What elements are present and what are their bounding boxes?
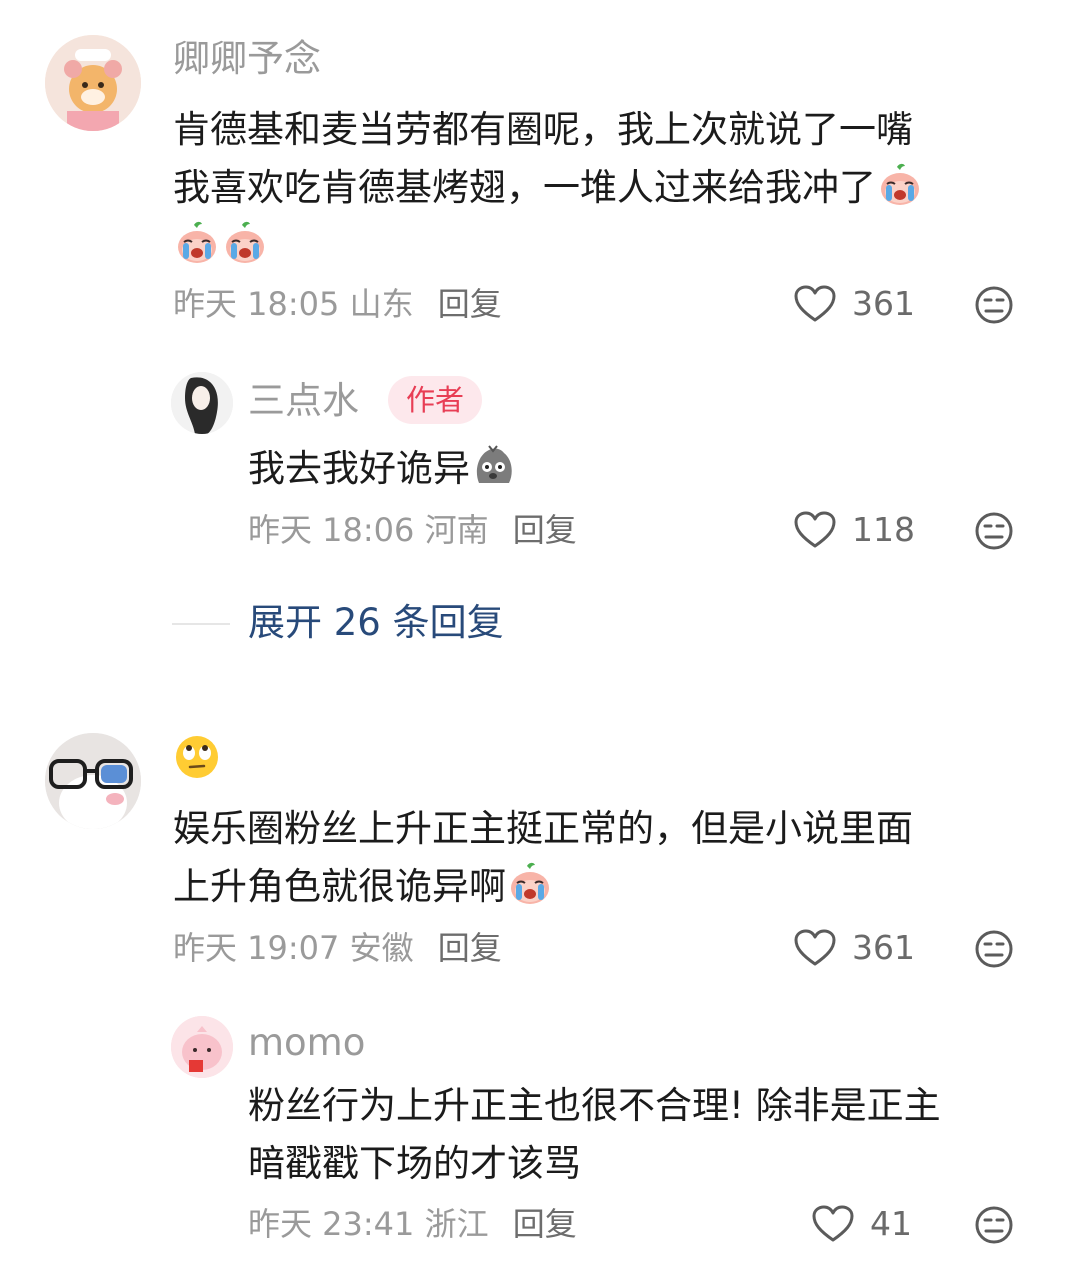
comment-text-line: 肯德基和麦当劳都有圈呢，我上次就说了一嘴 [173,108,913,151]
comment-text-line: 上升角色就很诡异啊 [173,858,1033,916]
comment-meta: 昨天 19:07 安徽 回复 [173,928,502,968]
reply-time-location: 昨天 18:06 河南 [248,511,489,549]
reply-button[interactable]: 回复 [438,285,502,323]
reply-button[interactable]: 回复 [513,1205,577,1243]
heart-outline-icon [812,1205,854,1243]
avatar-girl-sketch-image [171,372,233,434]
comment-time-location: 昨天 18:05 山东 [173,285,414,323]
crying-peach-emoji [877,162,923,208]
reply-time-location: 昨天 23:41 浙江 [248,1205,489,1243]
crying-peach-emoji [507,861,553,907]
reply-text: 我去我好诡异 [248,440,1028,498]
like-count: 361 [852,928,915,967]
heart-outline-icon [794,929,836,967]
comment-text: 肯德基和麦当劳都有圈呢，我上次就说了一嘴 我喜欢吃肯德基烤翅，一堆人过来给我冲了 [173,101,1033,275]
crying-peach-emoji [222,220,268,266]
heart-outline-icon [794,511,836,549]
crying-peach-emoji [174,220,220,266]
comment-username[interactable]: 卿卿予念 [173,36,321,82]
avatar[interactable] [45,35,141,131]
reply-button[interactable]: 回复 [438,929,502,967]
reply-text: 粉丝行为上升正主也很不合理! 除非是正主 暗戳戳下场的才该骂 [248,1077,1038,1193]
like-count: 118 [852,510,915,549]
dislike-face-icon[interactable] [974,511,1014,551]
like-count: 361 [852,284,915,323]
expand-divider [172,623,230,625]
like-button[interactable]: 118 [794,510,915,550]
avatar[interactable] [45,733,141,829]
avatar-pink-cartoon-image [171,1016,233,1078]
reply-meta: 昨天 23:41 浙江 回复 [248,1204,577,1244]
reply-button[interactable]: 回复 [513,511,577,549]
comment-text: 娱乐圈粉丝上升正主挺正常的，但是小说里面 上升角色就很诡异啊 [173,800,1033,916]
comment-text-line: 我喜欢吃肯德基烤翅，一堆人过来给我冲了 [173,159,1033,217]
reply-text-line: 粉丝行为上升正主也很不合理! 除非是正主 [248,1084,941,1127]
avatar-plush-glasses-image [45,733,141,829]
dislike-face-icon[interactable] [974,929,1014,969]
comment-emoji-line [173,217,1033,275]
avatar[interactable] [171,372,233,434]
reply-text-line: 暗戳戳下场的才该骂 [248,1142,581,1185]
heart-outline-icon [794,285,836,323]
stone-face-emoji [471,443,517,489]
like-count: 41 [870,1204,912,1243]
like-button[interactable]: 361 [794,284,915,324]
comment-time-location: 昨天 19:07 安徽 [173,929,414,967]
like-button[interactable]: 361 [794,928,915,968]
dislike-face-icon[interactable] [974,1205,1014,1245]
comment-emoji-line [173,731,221,789]
expand-replies-button[interactable]: 展开 26 条回复 [248,600,504,646]
dislike-face-icon[interactable] [974,285,1014,325]
avatar[interactable] [171,1016,233,1078]
eye-roll-emoji [174,734,220,780]
comment-meta: 昨天 18:05 山东 回复 [173,284,502,324]
author-badge: 作者 [388,376,483,424]
reply-meta: 昨天 18:06 河南 回复 [248,510,577,550]
reply-text-line: 我去我好诡异 [248,440,1028,498]
comment-text-line: 娱乐圈粉丝上升正主挺正常的，但是小说里面 [173,807,913,850]
like-button[interactable]: 41 [812,1204,912,1244]
reply-username[interactable]: 三点水 [248,378,359,424]
reply-username[interactable]: momo [248,1020,365,1066]
avatar-bear-plush-image [45,35,141,131]
